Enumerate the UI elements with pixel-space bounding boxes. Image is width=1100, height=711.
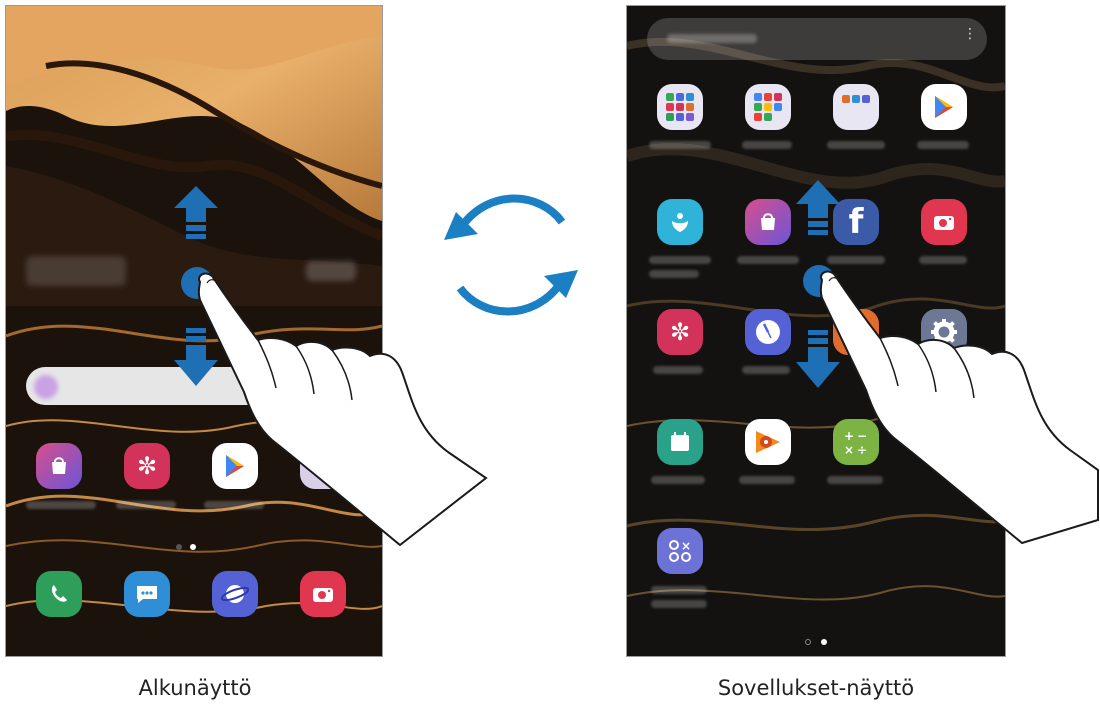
gesture-overlay (174, 180, 1099, 547)
rotate-top-arrow (458, 194, 566, 229)
home-screen-caption: Alkunäyttö (138, 676, 252, 700)
apps-screen-caption: Sovellukset-näyttö (717, 676, 915, 700)
hand-illustration (197, 272, 488, 547)
rotate-bottom-arrow (456, 281, 564, 316)
swipe-down-arrow (174, 328, 218, 386)
swipe-up-arrow (174, 186, 218, 239)
hand-illustration (819, 270, 1099, 545)
swipe-up-arrow (796, 180, 840, 235)
swipe-down-arrow (796, 330, 840, 388)
